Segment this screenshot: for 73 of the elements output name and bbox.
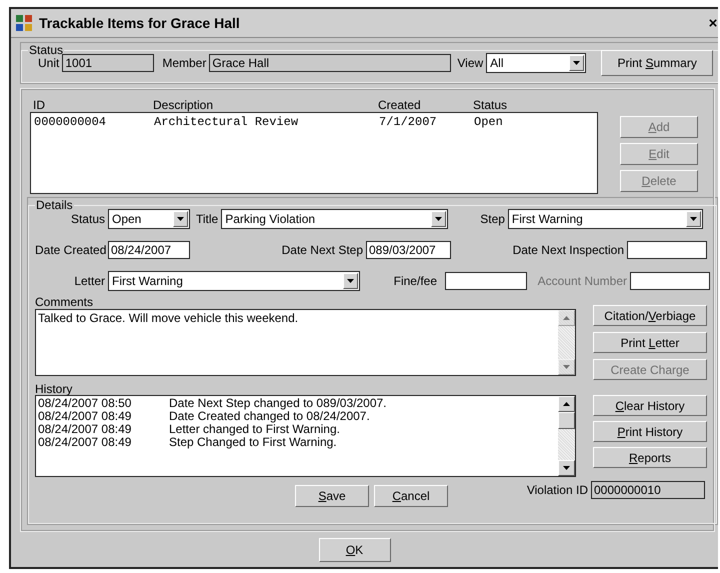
step-dropdown[interactable]: First Warning xyxy=(508,209,703,229)
action-button[interactable]: Print Letter xyxy=(593,332,707,353)
date-next-step-field[interactable]: 089/03/2007 xyxy=(366,241,451,259)
ok-button[interactable]: OK xyxy=(318,538,390,562)
field-label: Date Created xyxy=(35,243,105,257)
action-button[interactable]: Clear History xyxy=(593,395,707,416)
history-time: 08/24/2007 08:49 xyxy=(38,436,132,449)
table-cell-text: 7/1/2007 xyxy=(379,115,438,130)
member-field[interactable]: Grace Hall xyxy=(209,54,452,72)
puzzle-icon xyxy=(15,14,33,32)
table-cell-text: Open xyxy=(474,115,504,130)
field-label: View xyxy=(457,56,484,70)
comments-field[interactable]: Talked to Grace. Will move vehicle this weekend. xyxy=(35,309,576,376)
violation-id-field[interactable]: 0000000010 xyxy=(591,481,705,499)
field-label: Status xyxy=(70,212,105,226)
field-label: Date Next Step xyxy=(280,243,363,257)
date-created-field[interactable]: 08/24/2007 xyxy=(108,241,190,259)
table-cell-text: 0000000004 xyxy=(34,115,108,130)
field-label: Fine/fee xyxy=(392,274,437,288)
history-time: 08/24/2007 08:50 xyxy=(38,397,132,410)
action-button[interactable]: Reports xyxy=(593,447,707,468)
action-button[interactable]: Citation/Verbiage xyxy=(593,305,707,326)
title-dropdown[interactable]: Parking Violation xyxy=(221,209,448,229)
items-list[interactable]: 0000000004 Architectural Review 7/1/2007 Open xyxy=(30,112,598,194)
account-number-field[interactable] xyxy=(630,272,710,290)
scroll-up-icon xyxy=(563,316,570,320)
field-label: Unit xyxy=(38,56,60,70)
field-label: History xyxy=(35,382,72,396)
group-label: Details xyxy=(35,198,74,212)
history-time: 08/24/2007 08:49 xyxy=(38,410,132,423)
window-title: Trackable Items for Grace Hall xyxy=(39,15,241,31)
action-button[interactable]: Print History xyxy=(593,421,707,442)
history-entry: Letter changed to First Warning. xyxy=(169,423,341,436)
fine-field[interactable] xyxy=(445,272,527,290)
view-dropdown[interactable]: All xyxy=(486,53,586,73)
field-label: Comments xyxy=(35,295,94,309)
date-next-inspection-field[interactable] xyxy=(627,241,707,259)
dropdown-arrow-icon xyxy=(435,217,442,221)
history-time: 08/24/2007 08:49 xyxy=(38,423,132,436)
table-cell-text: Architectural Review xyxy=(154,115,300,130)
field-label: Member xyxy=(162,56,206,70)
group-label: Status xyxy=(28,43,64,57)
dropdown-arrow-icon xyxy=(347,279,354,283)
scroll-up-icon xyxy=(563,402,570,406)
field-label: Violation ID xyxy=(526,483,588,497)
scroll-thumb[interactable] xyxy=(558,412,575,429)
print-summary-button[interactable]: Print Summary xyxy=(601,50,714,76)
history-entry: Date Created changed to 08/24/2007. xyxy=(169,410,371,423)
field-label: Title xyxy=(196,212,218,226)
scroll-down-icon xyxy=(563,365,570,369)
scrollbar[interactable] xyxy=(558,310,575,375)
field-label: Account Number xyxy=(536,274,627,288)
dropdown-arrow-icon xyxy=(573,61,580,65)
column-header: ID xyxy=(33,98,46,112)
history-entry: Step Changed to First Warning. xyxy=(169,436,337,449)
unit-field[interactable]: 1001 xyxy=(62,54,154,72)
field-label: Date Next Inspection xyxy=(512,243,624,257)
scroll-down-icon xyxy=(563,466,570,470)
dropdown-arrow-icon xyxy=(177,217,184,221)
history-list[interactable] xyxy=(35,395,576,477)
cancel-button[interactable]: Cancel xyxy=(374,485,448,507)
history-entry: Date Next Step changed to 089/03/2007. xyxy=(169,397,388,410)
column-header: Description xyxy=(153,98,214,112)
status-dropdown[interactable]: Open xyxy=(108,209,190,229)
save-button[interactable]: Save xyxy=(295,485,369,507)
field-label: Step xyxy=(480,212,505,226)
field-label: Letter xyxy=(73,274,105,288)
column-header: Created xyxy=(378,98,422,112)
letter-dropdown[interactable]: First Warning xyxy=(108,271,360,291)
column-header: Status xyxy=(473,98,508,112)
scrollbar[interactable] xyxy=(558,396,575,476)
close-button[interactable]: × xyxy=(708,14,718,32)
dropdown-arrow-icon xyxy=(690,217,697,221)
